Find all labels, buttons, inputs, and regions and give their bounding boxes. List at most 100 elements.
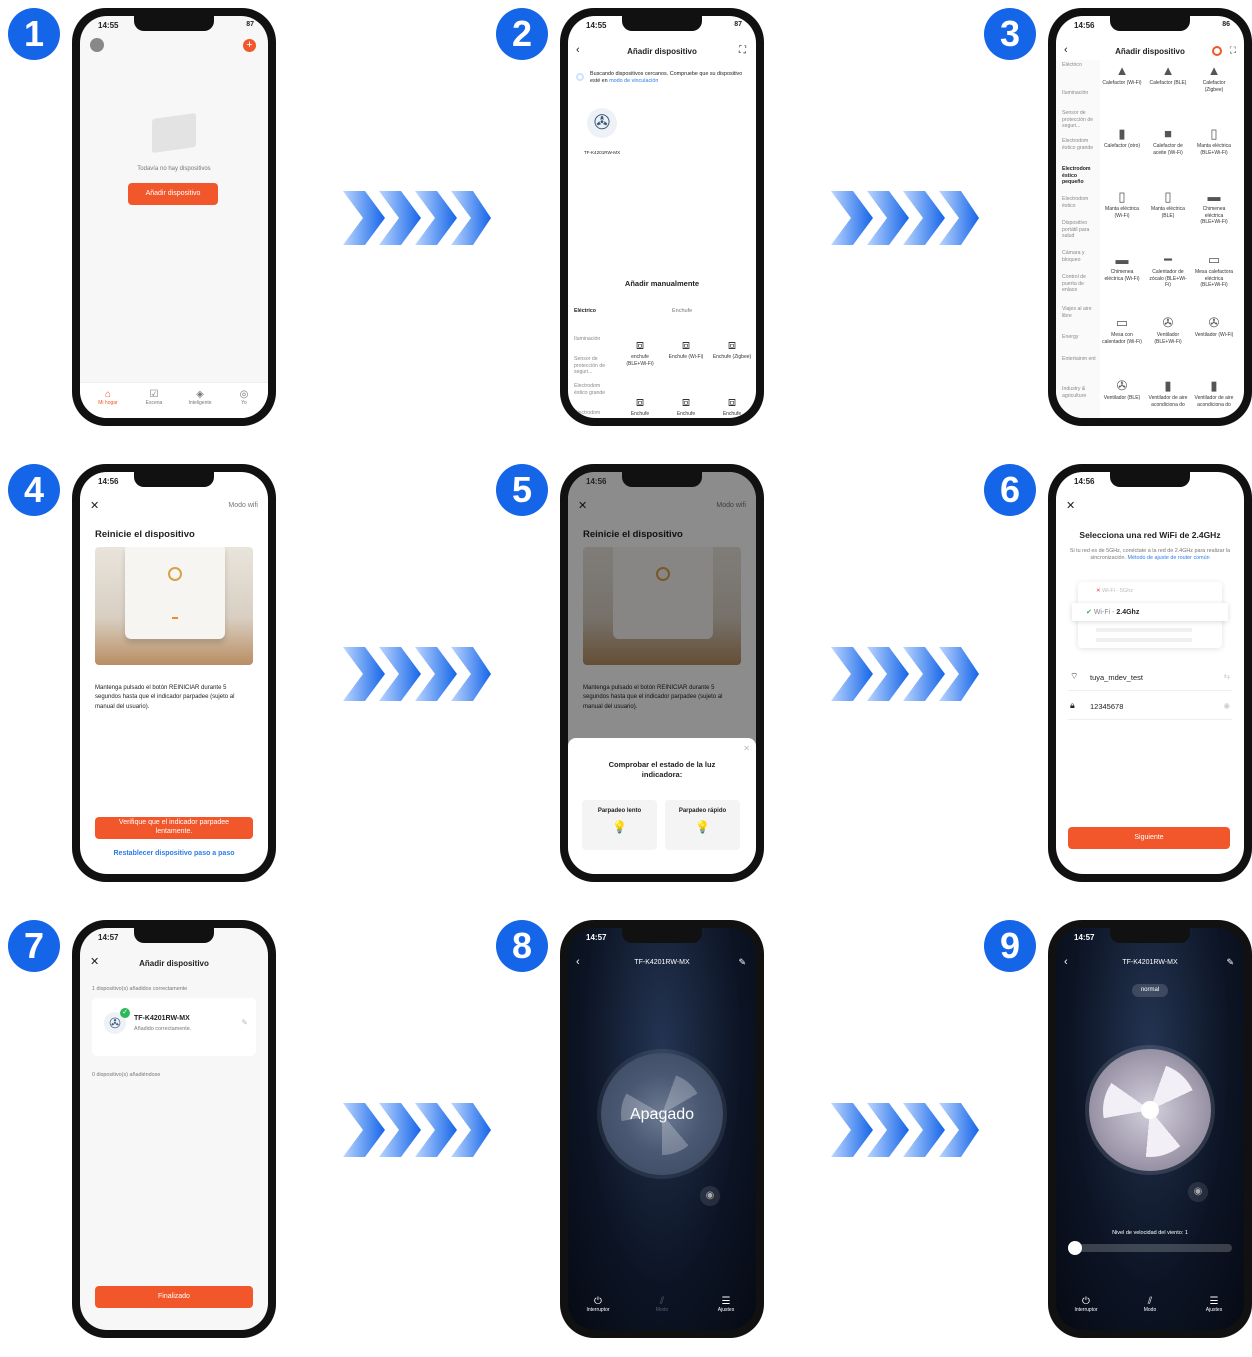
- device-tile[interactable]: ✇ Ventilador (Wi-Fi): [1194, 314, 1234, 339]
- add-icon[interactable]: +: [243, 39, 256, 52]
- device-card[interactable]: ✇ ✓ TF-K4201RW-MX Añadido correctamente.…: [92, 998, 256, 1056]
- edit-icon[interactable]: ✎: [241, 1018, 248, 1027]
- category-item[interactable]: Dispositivo portátil para salud: [1062, 220, 1096, 240]
- settings-control[interactable]: ☰ Ajustes: [1196, 1296, 1232, 1313]
- password-field[interactable]: 🔒︎ 12345678 ◉: [1068, 698, 1232, 720]
- device-tile[interactable]: ⧈ Enchufe: [712, 393, 752, 418]
- router-help-link[interactable]: Método de ajuste de router común: [1128, 555, 1210, 561]
- device-tile[interactable]: ✇ Ventilador (BLE): [1102, 377, 1142, 402]
- bulb-icon: 💡: [695, 820, 710, 834]
- category-item[interactable]: Iluminación: [574, 336, 608, 343]
- category-item[interactable]: Electrodom éstico: [1062, 196, 1096, 209]
- device-tile[interactable]: ⧈ Enchufe: [666, 393, 706, 418]
- category-item[interactable]: Industry & agriculture: [1062, 386, 1096, 399]
- phone-screen: 14:57 ‹ TF-K4201RW-MX ✎ Apagado ◉ ⏻ Inter…: [568, 928, 756, 1330]
- device-tile[interactable]: ⧈ Enchufe: [620, 393, 660, 418]
- device-tile[interactable]: ▮ Ventilador de aire acondiciona do: [1148, 377, 1188, 408]
- category-item[interactable]: Sensor de protección de seguri...: [574, 356, 608, 376]
- swap-network-icon[interactable]: ⇆: [1224, 672, 1230, 681]
- slow-blink-option[interactable]: Parpadeo lento 💡: [582, 800, 657, 850]
- device-tile[interactable]: ▲ Calefactor (Wi-Fi): [1102, 62, 1142, 87]
- device-icon: ▭: [1115, 314, 1129, 330]
- device-tile[interactable]: ▮ Calefactor (otro): [1102, 125, 1142, 150]
- category-item[interactable]: Iluminación: [1062, 90, 1096, 97]
- category-item[interactable]: Entertainm ent: [1062, 356, 1096, 363]
- power-switch[interactable]: ⏻ Interruptor: [580, 1296, 616, 1313]
- confirm-blinking-button[interactable]: Verifique que el indicador parpadee lent…: [95, 817, 253, 839]
- category-item[interactable]: Electrodom éstico grande: [1062, 138, 1096, 151]
- smart-icon: ◈: [196, 389, 204, 400]
- mode-control[interactable]: ⫽ Modo: [1132, 1296, 1168, 1313]
- pairing-mode-link[interactable]: modo de vinculación: [609, 78, 658, 84]
- device-tile[interactable]: ▬ Chimenea eléctrica (BLE+Wi-Fi): [1194, 188, 1234, 226]
- device-tile[interactable]: ▲ Calefactor (BLE): [1148, 62, 1188, 87]
- step-number: 2: [496, 8, 548, 60]
- device-tile[interactable]: ▯ Manta eléctrica (BLE): [1148, 188, 1188, 219]
- scan-icon[interactable]: ⛶: [1230, 45, 1236, 56]
- device-tile[interactable]: ▮ Ventilador de aire acondiciona do: [1194, 377, 1234, 408]
- eye-icon[interactable]: ◉: [1223, 701, 1230, 710]
- found-device-card[interactable]: ✇ TF-K4201RW-MX: [580, 108, 624, 156]
- device-tile[interactable]: ⧈ Enchufe (Zigbee): [712, 336, 752, 361]
- tile-label: Calentador de zócalo (BLE+Wi-Fi): [1149, 269, 1187, 288]
- step-number: 3: [984, 8, 1036, 60]
- mode-label[interactable]: Modo wifi: [228, 502, 258, 509]
- avatar[interactable]: [90, 38, 104, 52]
- speed-slider[interactable]: [1068, 1241, 1232, 1255]
- category-item[interactable]: Cámara y bloqueo: [1062, 250, 1096, 263]
- tab-smart[interactable]: ◈ Inteligente: [182, 389, 218, 406]
- device-tile[interactable]: ━ Calentador de zócalo (BLE+Wi-Fi): [1148, 251, 1188, 289]
- target-icon[interactable]: [1212, 46, 1222, 56]
- close-icon[interactable]: ✕: [90, 499, 99, 512]
- settings-control[interactable]: ☰ Ajustes: [708, 1296, 744, 1313]
- slider-thumb[interactable]: [1068, 1241, 1082, 1255]
- mode-control[interactable]: ⫽ Modo: [644, 1296, 680, 1313]
- tab-home[interactable]: ⌂ Mi hogar: [90, 389, 126, 406]
- category-item[interactable]: Control de puerta de enlace: [1062, 274, 1096, 294]
- device-tile[interactable]: ▭ Mesa calefactora eléctrica (BLE+Wi-Fi): [1194, 251, 1234, 289]
- device-tile[interactable]: ✇ Ventilador (BLE+Wi-Fi): [1148, 314, 1188, 345]
- device-icon: ■: [1164, 125, 1172, 141]
- category-item[interactable]: Sensor de protección de seguri...: [1062, 110, 1096, 130]
- category-item[interactable]: Electrodom: [574, 410, 608, 417]
- fan-dial[interactable]: [1089, 1049, 1211, 1171]
- category-item[interactable]: Eléctrico: [574, 308, 608, 315]
- fan-hub: [1141, 1101, 1159, 1119]
- category-item[interactable]: Viajes al aire libre: [1062, 306, 1096, 319]
- bulb-icon: 💡: [612, 820, 627, 834]
- sheet-close-icon[interactable]: ✕: [743, 744, 750, 753]
- category-item[interactable]: Electrodom éstico pequeño: [1062, 166, 1096, 186]
- mode-chip[interactable]: normal: [1132, 984, 1168, 997]
- device-tile[interactable]: ▯ Manta eléctrica (BLE+Wi-Fi): [1194, 125, 1234, 156]
- device-tile[interactable]: ▯ Manta eléctrica (Wi-Fi): [1102, 188, 1142, 219]
- power-switch[interactable]: ⏻ Interruptor: [1068, 1296, 1104, 1313]
- ssid-field[interactable]: ⌔ tuya_mdev_test ⇆: [1068, 669, 1232, 691]
- device-tile[interactable]: ⧈ enchufe (BLE+Wi-Fi): [620, 336, 660, 367]
- device-tile[interactable]: ■ Calefactor de aceite (Wi-Fi): [1148, 125, 1188, 156]
- tab-scene[interactable]: ☑ Escena: [136, 389, 172, 406]
- fan-dial[interactable]: Apagado: [601, 1053, 723, 1175]
- wifi-icon: ⌔: [1070, 671, 1079, 681]
- fast-blink-option[interactable]: Parpadeo rápido 💡: [665, 800, 740, 850]
- category-item[interactable]: Eléctrico: [1062, 62, 1096, 69]
- tab-label: Escena: [145, 400, 163, 406]
- category-sidebar: Eléctrico Iluminación Sensor de protecci…: [1056, 60, 1100, 418]
- tab-me[interactable]: ◎ Yo: [226, 389, 262, 406]
- edit-icon[interactable]: ✎: [1226, 957, 1234, 968]
- finish-button[interactable]: Finalizado: [95, 1286, 253, 1308]
- settings-icon: ☰: [1209, 1296, 1219, 1307]
- category-item[interactable]: Electrodom éstico grande: [574, 383, 608, 396]
- device-tile[interactable]: ▲ Calefactor (Zigbee): [1194, 62, 1234, 93]
- reset-guide-link[interactable]: Restablecer dispositivo paso a paso: [80, 850, 268, 857]
- device-tile[interactable]: ⧈ Enchufe (Wi-Fi): [666, 336, 706, 361]
- device-tile[interactable]: ▭ Mesa con calentador (Wi-Fi): [1102, 314, 1142, 345]
- add-device-button[interactable]: Añadir dispositivo: [128, 183, 218, 205]
- light-icon[interactable]: ◉: [700, 1186, 720, 1206]
- device-tile[interactable]: ▬ Chimenea eléctrica (Wi-Fi): [1102, 251, 1142, 282]
- edit-icon[interactable]: ✎: [738, 957, 746, 968]
- light-icon[interactable]: ◉: [1188, 1182, 1208, 1202]
- scan-icon[interactable]: ⛶: [739, 45, 746, 56]
- next-button[interactable]: Siguiente: [1068, 827, 1230, 849]
- close-icon[interactable]: ✕: [1066, 499, 1075, 512]
- category-item[interactable]: Energy: [1062, 334, 1096, 341]
